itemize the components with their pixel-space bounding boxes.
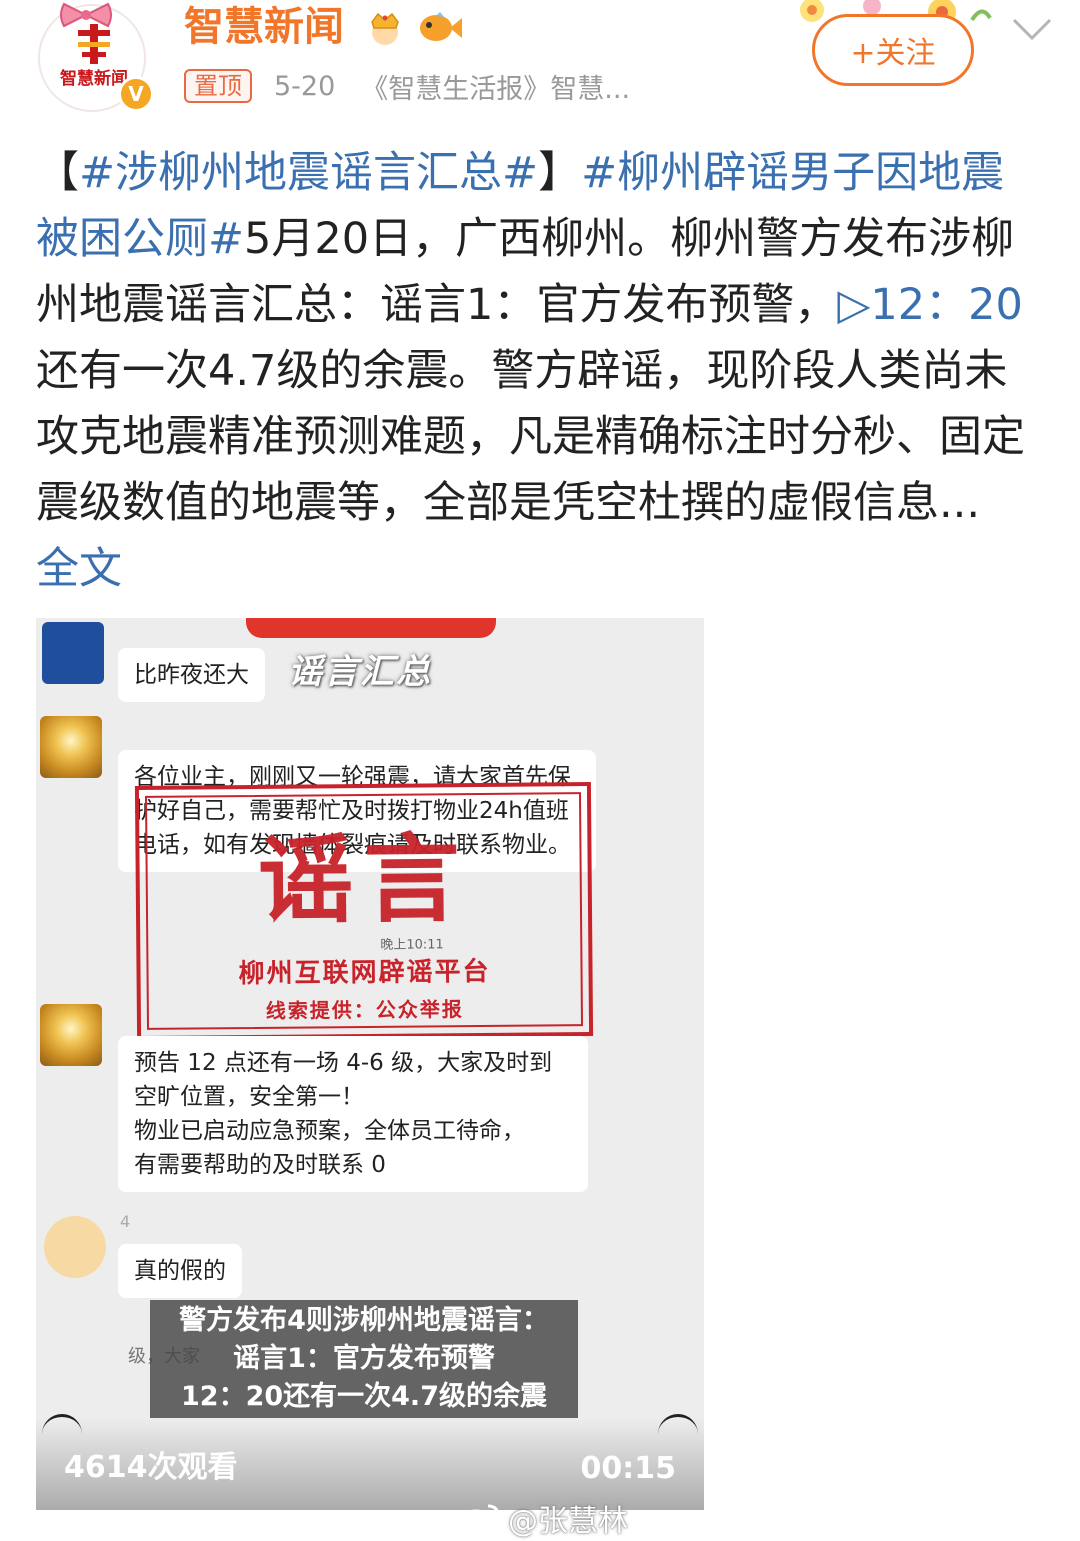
post-body: 【#涉柳州地震谣言汇总#】#柳州辟谣男子因地震被困公厕#5月20日，广西柳州。柳… [36,140,1026,602]
chat-bubble-3-line3: 物业已启动应急预案，全体员工待命， [134,1118,525,1144]
caption-line-2: 谣言1：官方发布预警 [233,1343,495,1374]
chat-bubble-3-line2: 空旷位置，安全第一！ [134,1084,364,1110]
username[interactable]: 智慧新闻 [184,2,344,52]
video-duration: 00:15 [580,1451,677,1486]
video-player[interactable]: 比昨夜还大 谣言汇总 各位业主，刚刚又一轮强震，请大家首先保护好自己，需要帮忙及… [36,618,704,1510]
chat-bubble-3-line4: 有需要帮助的及时联系 0 [134,1152,386,1178]
caption-line-3: 12：20还有一次4.7级的余震 [181,1381,547,1412]
chat-name-4: 4 [120,1212,131,1231]
watermark-text: @张慧林 [508,1504,628,1539]
chevron-down-icon[interactable] [1010,14,1054,44]
rumor-stamp: 谣言 晚上10:11 柳州互联网辟谣平台 线索提供：公众举报 [134,782,594,1040]
chat-avatar-property [40,716,102,778]
video-overlay-title: 谣言汇总 [288,652,432,692]
post-meta: 置顶 5-20 《智慧生活报》智慧... [184,66,630,106]
caption-line-1: 警方发布4则涉柳州地震谣言： [179,1305,549,1336]
watermark: @张慧林 [458,1496,628,1540]
stamp-org: 柳州互联网辟谣平台 [238,956,491,990]
bow-decoration-icon [60,2,112,28]
weibo-logo-icon [458,1504,500,1535]
stamp-clue: 线索提供：公众举报 [265,997,464,1023]
follow-button[interactable]: +关注 [812,14,974,86]
full-text-link[interactable]: 全文 [36,544,122,594]
hashtag-rumor-summary[interactable]: #涉柳州地震谣言汇总# [79,148,538,198]
video-caption: 警方发布4则涉柳州地震谣言： 谣言1：官方发布预警 12：20还有一次4.7级的… [150,1300,578,1418]
view-count: 4614次观看 [64,1450,238,1485]
bracket-open: 【 [36,148,79,198]
chat-bubble-4: 真的假的 [118,1244,242,1298]
chat-bubble-1: 比昨夜还大 [118,648,265,702]
chat-bubble-3: 预告 12 点还有一场 4-6 级，大家及时到 空旷位置，安全第一！ 物业已启动… [118,1036,588,1192]
chat-avatar-property-2 [40,1004,102,1066]
chat-bubble-3-line1: 预告 12 点还有一场 4-6 级，大家及时到 [134,1050,553,1076]
avatar[interactable]: 智慧新闻 V [38,2,156,112]
post-source[interactable]: 《智慧生活报》智慧... [361,67,630,106]
chat-avatar-cat [44,1216,106,1278]
video-timestamp-link[interactable]: ▷12：20 [837,280,1023,330]
bracket-close: 】 [538,148,582,198]
red-banner [246,618,496,638]
post-date: 5-20 [274,70,336,102]
post-text-part2: 还有一次4.7级的余震。警方辟谣，现阶段人类尚未攻克地震精准预测难题，凡是精确标… [36,346,1025,528]
verified-badge-icon: V [118,76,154,112]
chat-time: 晚上10:11 [380,937,444,953]
stamp-rumor-text: 谣言 [257,823,471,937]
fish-icon [420,12,462,41]
pinned-badge: 置顶 [184,69,252,103]
crown-icon [371,12,399,45]
logo-icon [78,24,110,64]
chat-avatar-news [42,622,104,684]
